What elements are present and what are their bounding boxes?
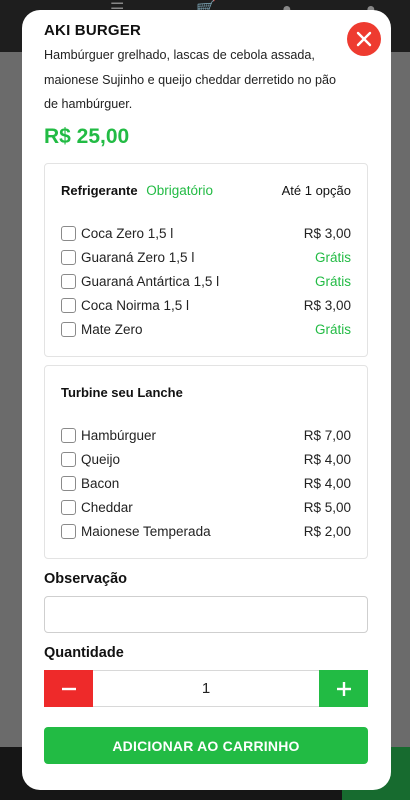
group-header: Turbine seu Lanche: [61, 385, 351, 405]
increase-quantity-button[interactable]: [319, 670, 368, 707]
option-price: R$ 7,00: [303, 427, 351, 443]
option-label: Coca Zero 1,5 l: [81, 225, 174, 241]
close-icon: [356, 31, 372, 47]
decrease-quantity-button[interactable]: [44, 670, 93, 707]
group-limit: Até 1 opção: [281, 183, 351, 198]
observation-label: Observação: [44, 571, 128, 587]
option-price: Grátis: [314, 273, 351, 289]
product-modal: AKI BURGER Hambúrguer grelhado, lascas d…: [22, 10, 391, 790]
observation-input[interactable]: [44, 596, 368, 633]
option-checkbox[interactable]: [61, 249, 76, 265]
option-price: Grátis: [314, 321, 351, 337]
option-checkbox[interactable]: [61, 297, 76, 313]
option-label: Guaraná Zero 1,5 l: [81, 249, 195, 265]
option-item[interactable]: Coca Zero 1,5 l R$ 3,00: [61, 222, 351, 244]
option-checkbox[interactable]: [61, 475, 76, 491]
option-group-refrigerante: Refrigerante Obrigatório Até 1 opção Coc…: [44, 163, 368, 357]
option-item[interactable]: Coca Noirma 1,5 l R$ 3,00: [61, 294, 351, 316]
option-price: R$ 3,00: [303, 225, 351, 241]
option-group-turbine: Turbine seu Lanche Hambúrguer R$ 7,00 Qu…: [44, 365, 368, 559]
option-item[interactable]: Cheddar R$ 5,00: [61, 496, 351, 518]
group-name: Refrigerante: [61, 183, 138, 198]
option-checkbox[interactable]: [61, 523, 76, 539]
minus-icon: [61, 687, 76, 690]
option-checkbox[interactable]: [61, 427, 76, 443]
quantity-value: 1: [93, 670, 319, 707]
group-header: Refrigerante Obrigatório Até 1 opção: [61, 183, 351, 203]
close-button[interactable]: [347, 22, 381, 56]
required-badge: Obrigatório: [146, 183, 213, 198]
group-name: Turbine seu Lanche: [61, 385, 183, 400]
option-price: R$ 2,00: [303, 523, 351, 539]
option-item[interactable]: Guaraná Zero 1,5 l Grátis: [61, 246, 351, 268]
option-item[interactable]: Queijo R$ 4,00: [61, 448, 351, 470]
option-item[interactable]: Mate Zero Grátis: [61, 318, 351, 340]
option-price: R$ 3,00: [303, 297, 351, 313]
product-title: AKI BURGER: [44, 22, 142, 39]
option-label: Guaraná Antártica 1,5 l: [81, 273, 220, 289]
option-label: Bacon: [81, 475, 120, 491]
option-checkbox[interactable]: [61, 225, 76, 241]
option-label: Maionese Temperada: [81, 523, 211, 539]
option-label: Hambúrguer: [81, 427, 157, 443]
option-checkbox[interactable]: [61, 321, 76, 337]
product-description: Hambúrguer grelhado, lascas de cebola as…: [44, 48, 336, 111]
option-checkbox[interactable]: [61, 499, 76, 515]
option-price: R$ 5,00: [303, 499, 351, 515]
option-label: Coca Noirma 1,5 l: [81, 297, 190, 313]
option-checkbox[interactable]: [61, 273, 76, 289]
option-label: Queijo: [81, 451, 121, 467]
option-label: Mate Zero: [81, 321, 143, 337]
option-price: R$ 4,00: [303, 475, 351, 491]
option-price: Grátis: [314, 249, 351, 265]
option-item[interactable]: Maionese Temperada R$ 2,00: [61, 520, 351, 542]
option-price: R$ 4,00: [303, 451, 351, 467]
plus-icon: [336, 681, 351, 696]
option-item[interactable]: Guaraná Antártica 1,5 l Grátis: [61, 270, 351, 292]
add-to-cart-button[interactable]: ADICIONAR AO CARRINHO: [44, 727, 368, 764]
option-checkbox[interactable]: [61, 451, 76, 467]
option-label: Cheddar: [81, 499, 133, 515]
product-price: R$ 25,00: [44, 125, 130, 148]
option-item[interactable]: Hambúrguer R$ 7,00: [61, 424, 351, 446]
quantity-stepper: 1: [44, 670, 368, 707]
quantity-label: Quantidade: [44, 645, 124, 661]
option-item[interactable]: Bacon R$ 4,00: [61, 472, 351, 494]
